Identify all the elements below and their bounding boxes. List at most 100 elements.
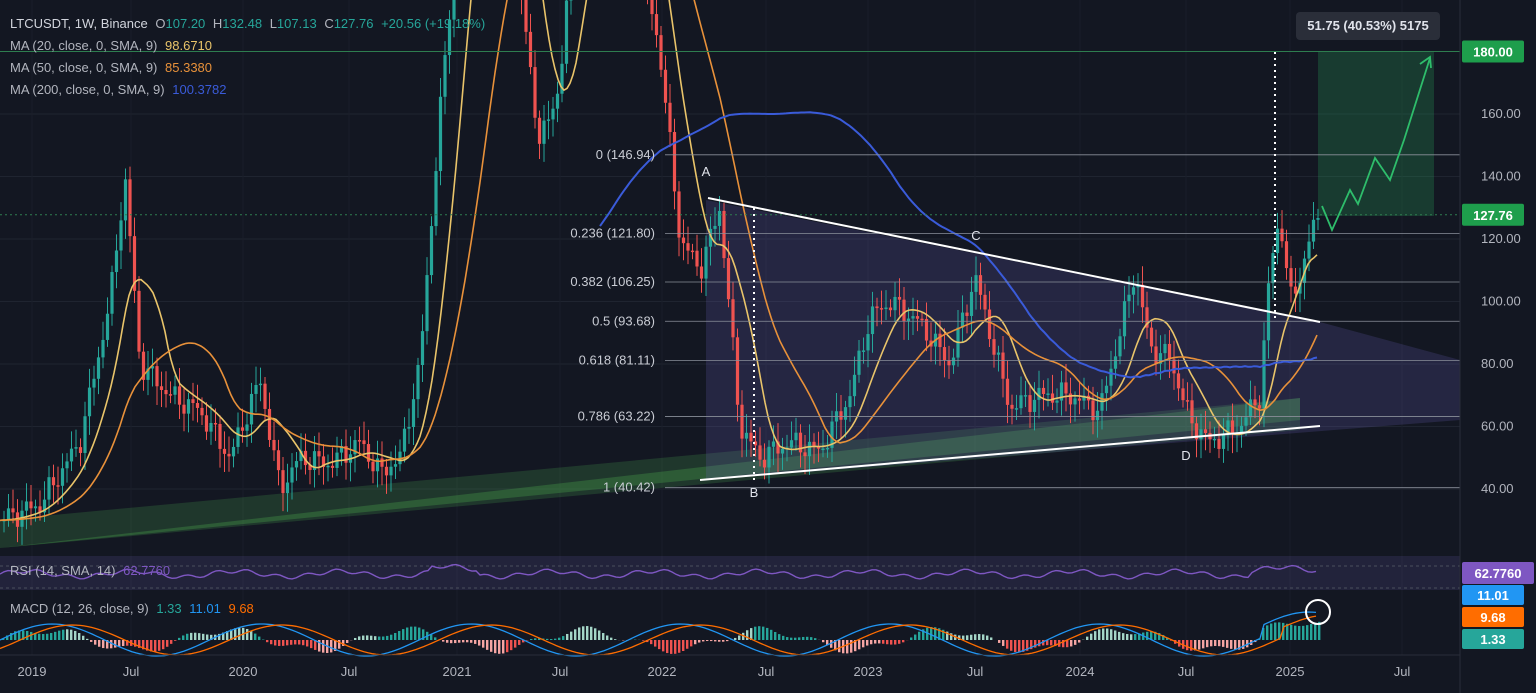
candle-body	[1248, 399, 1253, 418]
candle-body	[177, 386, 182, 405]
macd-signal-value: 9.68	[228, 601, 254, 616]
macd-histogram-bar	[1242, 640, 1245, 649]
candle-body	[159, 386, 164, 390]
candle-body	[992, 339, 996, 355]
candle-body	[1154, 346, 1158, 364]
macd-histogram-bar	[642, 640, 645, 641]
macd-histogram-bar	[302, 640, 305, 646]
candle-body	[875, 306, 879, 309]
candle-body	[767, 446, 771, 468]
macd-histogram-bar	[1110, 629, 1113, 640]
macd-histogram-bar	[298, 640, 301, 645]
macd-histogram-bar	[1106, 628, 1109, 640]
candle-body	[1275, 228, 1280, 254]
candle-body	[105, 313, 110, 340]
macd-histogram-bar	[414, 626, 417, 640]
macd-histogram-bar	[802, 636, 805, 640]
candle-body	[1019, 395, 1023, 409]
ma20-label: MA (20, close, 0, SMA, 9)	[10, 38, 158, 53]
macd-histogram-bar	[806, 636, 809, 640]
macd-histogram-bar	[1222, 640, 1225, 647]
macd-histogram-bar	[90, 640, 93, 642]
target-price-tag: 180.00	[1473, 45, 1513, 60]
candle-body	[704, 246, 708, 279]
candle-body	[231, 446, 236, 457]
macd-histogram-bar	[1206, 640, 1209, 648]
macd-histogram-bar	[614, 639, 617, 640]
macd-histogram-bar	[186, 633, 189, 640]
candle-body	[1163, 343, 1167, 354]
macd-histogram-bar	[78, 633, 81, 640]
candle-body	[969, 291, 974, 316]
candle-body	[420, 331, 425, 366]
macd-histogram-bar	[402, 629, 405, 640]
macd-histogram-bar	[362, 635, 365, 640]
candle-body	[51, 477, 56, 486]
macd-histogram-bar	[82, 635, 85, 640]
macd-histogram-bar	[250, 630, 253, 640]
candle-body	[726, 258, 731, 300]
macd-histogram-bar	[494, 640, 497, 654]
candle-body	[555, 93, 560, 109]
macd-histogram-bar	[50, 632, 53, 640]
macd-histogram-bar	[490, 640, 493, 652]
macd-histogram-bar	[570, 631, 573, 640]
candle-body	[744, 432, 749, 439]
macd-histogram-bar	[1122, 633, 1125, 640]
candle-body	[56, 485, 60, 487]
candle-body	[87, 387, 92, 417]
time-tick-label: 2020	[229, 664, 258, 679]
candle-body	[884, 307, 888, 310]
candle-body	[222, 448, 227, 454]
candle-body	[65, 461, 69, 469]
macd-histogram-bar	[578, 627, 581, 640]
candle-body	[60, 468, 65, 486]
macd-histogram-bar	[294, 640, 297, 645]
target-zone	[1318, 52, 1434, 216]
pattern-point-label: C	[971, 228, 980, 243]
change-value: +20.56 (+19.18%)	[381, 16, 486, 31]
candle-body	[110, 272, 114, 314]
candle-body	[1122, 301, 1127, 337]
macd-histogram-bar	[270, 640, 273, 645]
macd-histogram-bar	[1274, 622, 1277, 640]
candle-body	[1046, 393, 1050, 395]
candle-body	[362, 440, 366, 445]
macd-histogram-bar	[610, 637, 613, 640]
macd-histogram-bar	[1086, 636, 1089, 640]
candle-body	[1091, 400, 1095, 421]
ma200-value: 100.3782	[172, 82, 227, 97]
macd-histogram-bar	[246, 628, 249, 640]
macd-histogram-bar	[418, 627, 421, 640]
candle-body	[740, 404, 744, 439]
high-value: 132.48	[222, 16, 263, 31]
macd-histogram-bar	[694, 640, 697, 645]
candle-body	[1014, 408, 1019, 410]
macd-histogram-bar	[466, 640, 469, 643]
candle-body	[713, 225, 717, 229]
candle-body	[987, 309, 992, 340]
candle-body	[326, 465, 330, 468]
macd-histogram-bar	[518, 640, 521, 645]
macd-histogram-bar	[566, 633, 569, 640]
fib-label: 0 (146.94)	[596, 147, 655, 162]
fib-label: 0.382 (106.25)	[570, 274, 655, 289]
candle-body	[1307, 241, 1311, 259]
macd-histogram-bar	[42, 634, 45, 640]
candle-body	[78, 447, 83, 453]
candle-body	[24, 501, 29, 511]
macd-histogram-bar	[874, 640, 877, 644]
candle-body	[1032, 399, 1037, 412]
macd-histogram-bar	[1306, 625, 1309, 640]
price-tick-label: 40.00	[1481, 481, 1514, 496]
candle-body	[902, 299, 906, 322]
macd-histogram-bar	[766, 627, 769, 640]
candle-body	[686, 243, 690, 251]
macd-histogram-bar	[754, 626, 757, 640]
macd-histogram-bar	[562, 636, 565, 640]
price-tick-label: 60.00	[1481, 419, 1514, 434]
macd-histogram-bar	[910, 637, 913, 640]
macd-histogram-bar	[838, 640, 841, 653]
candle-body	[281, 470, 285, 494]
candle-body	[668, 102, 672, 133]
